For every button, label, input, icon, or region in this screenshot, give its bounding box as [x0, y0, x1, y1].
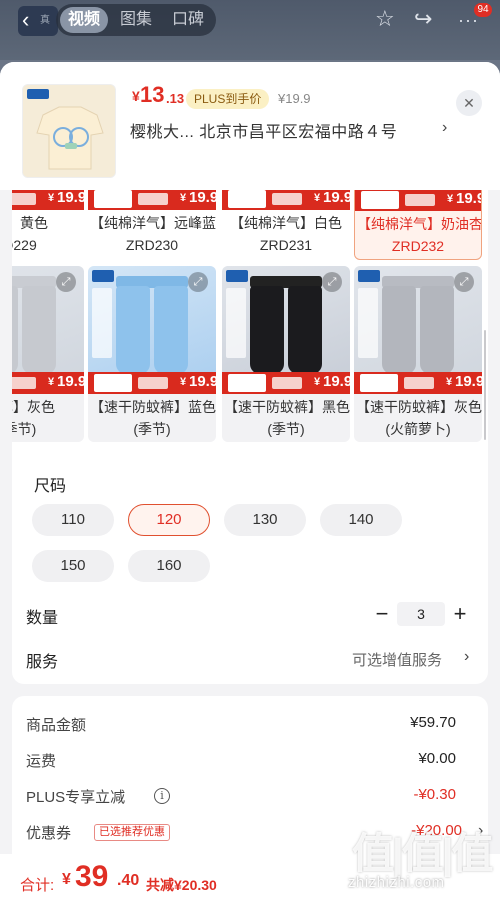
variant-sub: (季节) [133, 421, 171, 437]
back-hint: 真 [40, 15, 50, 26]
service-value[interactable]: 可选增值服务 [352, 649, 442, 670]
variant-code: ZRD230 [125, 237, 179, 253]
variant-image: ⤢ ¥19.9 [222, 266, 350, 394]
variant-name: 【速干防蚊裤】黑色 [224, 399, 350, 415]
variant-card[interactable]: ⤢ ¥19.9 【速干防蚊裤】蓝色 (季节) [88, 266, 216, 442]
variant-card[interactable]: ¥19.9 气】黄色 D229 [12, 190, 84, 258]
watermark: 值|值|值 zhizhizhi.com [348, 820, 498, 906]
media-tabs: 视频 图集 口碑 [56, 4, 216, 36]
plus-discount-value: -¥0.30 [413, 786, 456, 803]
tab-reviews[interactable]: 口碑 [172, 4, 204, 36]
product-header: ¥ 13 .13 PLUS到手价 ¥19.9 ✕ 樱桃大... 北京市昌平区宏福… [0, 62, 500, 190]
quantity-label: 数量 [26, 610, 59, 627]
scrollbar[interactable] [484, 330, 486, 440]
variant-name: 【速干防蚊裤】蓝色 [90, 399, 216, 415]
size-option-110[interactable]: 110 [32, 504, 114, 536]
promo-strip: ¥19.9 [355, 190, 481, 211]
variant-card[interactable]: ⤢ ¥19.9 【速干防蚊裤】灰色 (火箭萝卜) [354, 266, 482, 442]
promo-strip: ¥19.9 [354, 372, 482, 394]
close-button[interactable]: ✕ [456, 90, 482, 116]
variant-code: ZRD232 [391, 238, 445, 254]
promo-strip: ¥19.9 [88, 372, 216, 394]
quantity-decrease-button[interactable]: − [372, 603, 392, 625]
promo-strip: ¥19.9 [12, 372, 84, 394]
variant-name: 【纯棉洋气】奶油杏 [357, 216, 481, 232]
variant-name: 【速干防蚊裤】灰色 [356, 399, 482, 415]
variant-name: 蚊裤】灰色 [12, 399, 55, 415]
quantity-increase-button[interactable]: + [450, 603, 470, 625]
delivery-address[interactable]: 樱桃大... 北京市昌平区宏福中路４号 [130, 118, 397, 142]
variant-card[interactable]: ¥19.9 【纯棉洋气】白色 ZRD231 [222, 190, 350, 258]
goods-amount-row: 商品金额 ¥59.70 [26, 714, 456, 738]
variant-name: 【纯棉洋气】远峰蓝 [90, 215, 216, 231]
product-thumbnail[interactable] [22, 84, 116, 178]
variant-image: ⤢ ¥19.9 [354, 266, 482, 394]
shipping-label: 运费 [26, 753, 57, 770]
coupon-tag: 已选推荐优惠 [94, 824, 170, 841]
quantity-input[interactable]: 3 [397, 602, 445, 626]
size-option-130[interactable]: 130 [224, 504, 306, 536]
share-icon[interactable]: ↪ [414, 6, 432, 32]
options-panel: ¥19.9 气】黄色 D229 ¥19.9 【纯棉洋气】远峰蓝 ZRD230 ¥… [12, 190, 488, 684]
variant-image: ⤢ ¥19.9 [88, 266, 216, 394]
total-decimal: .40 [117, 872, 140, 889]
variant-card[interactable]: ⤢ ¥19.9 蚊裤】灰色 季节) [12, 266, 84, 442]
variant-sub: (火箭萝卜) [385, 421, 451, 437]
coupon-label: 优惠券 [26, 825, 72, 842]
expand-icon[interactable]: ⤢ [322, 272, 342, 292]
watermark-logo: 值|值|值 [352, 830, 494, 877]
size-label: 尺码 [34, 478, 67, 495]
tab-video[interactable]: 视频 [60, 7, 109, 33]
variant-name: 【纯棉洋气】白色 [230, 215, 342, 231]
promo-strip: ¥19.9 [222, 372, 350, 394]
star-icon[interactable]: ☆ [375, 6, 395, 32]
variant-card[interactable]: ¥19.9 【纯棉洋气】远峰蓝 ZRD230 [88, 190, 216, 258]
price-decimal: .13 [166, 91, 185, 106]
promo-strip: ¥19.9 [222, 190, 350, 210]
price-integer: 13 [140, 82, 165, 107]
goods-amount-label: 商品金额 [26, 717, 87, 734]
total-integer: 39 [75, 860, 109, 893]
shipping-row: 运费 ¥0.00 [26, 750, 456, 774]
expand-icon[interactable]: ⤢ [56, 272, 76, 292]
promo-strip: ¥19.9 [12, 190, 84, 210]
variant-sub: (季节) [267, 421, 305, 437]
chevron-left-icon: ‹ [22, 7, 30, 32]
variant-card[interactable]: ⤢ ¥19.9 【速干防蚊裤】黑色 (季节) [222, 266, 350, 442]
variant-image: ⤢ ¥19.9 [12, 266, 84, 394]
plus-price-tag: PLUS到手价 [186, 89, 270, 109]
service-chevron-icon[interactable]: › [464, 648, 469, 666]
size-option-150[interactable]: 150 [32, 550, 114, 582]
variant-sub: 季节) [12, 421, 37, 437]
notification-badge: 94 [474, 3, 492, 17]
shipping-value: ¥0.00 [418, 750, 456, 767]
promo-strip: ¥19.9 [88, 190, 216, 210]
original-price: ¥19.9 [278, 91, 311, 106]
variant-card-selected[interactable]: ¥19.9 【纯棉洋气】奶油杏 ZRD232 [354, 190, 482, 260]
size-option-140[interactable]: 140 [320, 504, 402, 536]
plus-discount-label: PLUS专享立减 [26, 789, 126, 806]
service-label: 服务 [26, 654, 59, 671]
variant-name: 气】黄色 [12, 215, 48, 231]
watermark-domain: zhizhizhi.com [348, 874, 445, 891]
size-option-160[interactable]: 160 [128, 550, 210, 582]
total-label: 合计: [20, 877, 55, 894]
back-button[interactable]: ‹ 真 [18, 6, 58, 36]
size-option-120[interactable]: 120 [128, 504, 210, 536]
close-icon: ✕ [463, 95, 475, 111]
tab-gallery[interactable]: 图集 [120, 4, 152, 36]
variant-code: D229 [12, 237, 37, 253]
top-bar: ‹ 真 视频 图集 口碑 ☆ ↪ ··· 94 [0, 0, 500, 60]
price-currency: ¥ [132, 88, 140, 104]
variant-code: ZRD231 [259, 237, 313, 253]
goods-amount-value: ¥59.70 [410, 714, 456, 731]
plus-discount-row: PLUS专享立减 i -¥0.30 [26, 786, 456, 810]
expand-icon[interactable]: ⤢ [188, 272, 208, 292]
info-icon[interactable]: i [154, 788, 170, 804]
sku-sheet: ¥ 13 .13 PLUS到手价 ¥19.9 ✕ 樱桃大... 北京市昌平区宏福… [0, 62, 500, 906]
expand-icon[interactable]: ⤢ [454, 272, 474, 292]
address-chevron-icon[interactable]: › [442, 119, 447, 137]
total-currency: ¥ [62, 871, 71, 888]
total-saved: 共减¥20.30 [146, 877, 217, 893]
